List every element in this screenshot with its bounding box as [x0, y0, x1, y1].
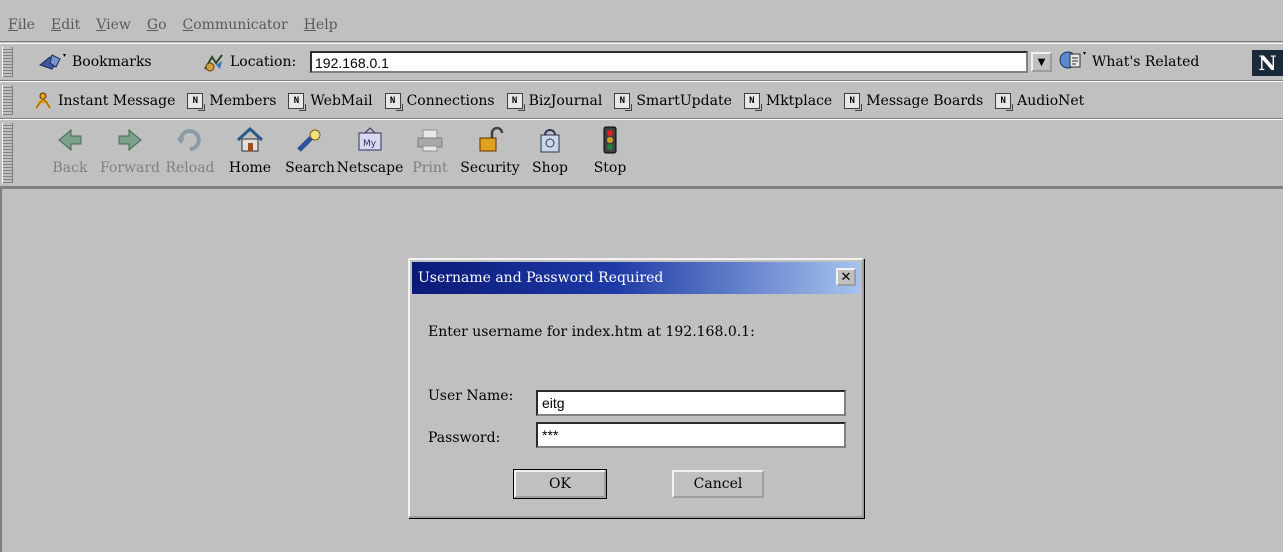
dialog-prompt: Enter username for index.htm at 192.168.…: [428, 324, 755, 340]
login-dialog: Username and Password Required ✕ Enter u…: [408, 258, 864, 518]
whats-related-icon: [1058, 49, 1088, 75]
search-button[interactable]: Search: [280, 124, 340, 184]
location-label-group: Location:: [202, 50, 296, 74]
reload-icon: [174, 124, 206, 156]
cancel-button[interactable]: Cancel: [672, 470, 764, 498]
bookmark-label: SmartUpdate: [636, 93, 732, 109]
bookmark-page-icon: N: [614, 93, 633, 111]
dropdown-arrow-icon: ▼: [1037, 56, 1046, 68]
location-bookmark-icon[interactable]: [202, 51, 226, 73]
menu-help[interactable]: Help: [296, 17, 346, 33]
bookmark-page-icon: N: [506, 93, 525, 111]
dialog-titlebar[interactable]: Username and Password Required ✕: [412, 262, 860, 294]
home-label: Home: [228, 160, 272, 176]
navigation-toolbar: Back Forward Reload Home Search My Netsc…: [0, 119, 1283, 187]
search-label: Search: [285, 160, 335, 176]
bookmark-message-boards[interactable]: N Message Boards: [844, 93, 984, 111]
shop-label: Shop: [532, 160, 568, 176]
menu-view[interactable]: View: [88, 17, 139, 33]
whats-related-label: What's Related: [1092, 54, 1200, 70]
bookmark-page-icon: N: [288, 93, 307, 111]
forward-label: Forward: [99, 160, 161, 176]
shop-button[interactable]: Shop: [520, 124, 580, 184]
bookmark-mktplace[interactable]: N Mktplace: [743, 93, 833, 111]
bookmark-page-icon: N: [743, 93, 762, 111]
location-label: Location:: [230, 54, 297, 70]
svg-text:My: My: [363, 139, 377, 149]
bookmark-page-icon: N: [187, 93, 206, 111]
menu-bar: File Edit View Go Communicator Help: [0, 8, 1283, 42]
toolbar-grip[interactable]: [2, 85, 13, 115]
browser-window: File Edit View Go Communicator Help Book…: [0, 0, 1283, 552]
username-input[interactable]: eitg: [536, 390, 846, 416]
forward-arrow-icon: [114, 124, 146, 156]
bookmark-webmail[interactable]: N WebMail: [288, 93, 373, 111]
bookmarks-button[interactable]: Bookmarks: [38, 50, 152, 74]
forward-button[interactable]: Forward: [100, 124, 160, 184]
bookmark-page-icon: N: [384, 93, 403, 111]
home-button[interactable]: Home: [220, 124, 280, 184]
print-label: Print: [412, 160, 448, 176]
back-button[interactable]: Back: [40, 124, 100, 184]
bookmark-label: Mktplace: [765, 93, 833, 109]
bookmark-label: Instant Message: [58, 93, 176, 109]
print-icon: [414, 124, 446, 156]
username-label: User Name:: [428, 388, 514, 404]
back-label: Back: [52, 160, 88, 176]
location-toolbar: Bookmarks Location: 192.168.0.1 ▼ What's…: [0, 43, 1283, 81]
bookmark-label: Members: [209, 93, 277, 109]
search-icon: [294, 124, 326, 156]
bookmarks-label: Bookmarks: [72, 54, 152, 70]
stop-label: Stop: [593, 160, 627, 176]
url-input[interactable]: 192.168.0.1: [310, 51, 1028, 73]
toolbar-grip[interactable]: [2, 123, 13, 183]
dialog-close-button[interactable]: ✕: [836, 268, 856, 286]
close-icon: ✕: [840, 269, 852, 285]
bookmark-label: Message Boards: [866, 93, 984, 109]
bookmark-label: AudioNet: [1017, 93, 1085, 109]
bookmark-members[interactable]: N Members: [187, 93, 277, 111]
bookmark-page-icon: N: [844, 93, 863, 111]
reload-label: Reload: [165, 160, 215, 176]
bookmark-instant-message[interactable]: Instant Message: [34, 92, 175, 110]
menu-file[interactable]: File: [0, 17, 43, 33]
url-dropdown-button[interactable]: ▼: [1031, 52, 1052, 72]
netscape-label: Netscape: [336, 160, 404, 176]
password-label: Password:: [428, 430, 501, 446]
print-button[interactable]: Print: [400, 124, 460, 184]
security-label: Security: [460, 160, 520, 176]
password-input[interactable]: ***: [536, 422, 846, 448]
ok-button[interactable]: OK: [513, 469, 607, 499]
dialog-title: Username and Password Required: [418, 270, 664, 286]
lock-icon: [474, 124, 506, 156]
menu-edit[interactable]: Edit: [43, 17, 88, 33]
bookmark-smartupdate[interactable]: N SmartUpdate: [614, 93, 732, 111]
shopping-bag-icon: [534, 124, 566, 156]
bookmarks-icon: [38, 51, 68, 73]
back-arrow-icon: [54, 124, 86, 156]
bookmark-connections[interactable]: N Connections: [384, 93, 495, 111]
bookmark-label: Connections: [406, 93, 495, 109]
menu-communicator[interactable]: Communicator: [175, 17, 296, 33]
my-netscape-icon: My: [354, 124, 386, 156]
menu-go[interactable]: Go: [139, 17, 175, 33]
bookmark-page-icon: N: [995, 93, 1014, 111]
netscape-logo[interactable]: N: [1252, 50, 1283, 76]
bookmark-bizjournal[interactable]: N BizJournal: [506, 93, 603, 111]
instant-message-person-icon: [34, 92, 52, 110]
bookmark-audionet[interactable]: N AudioNet: [995, 93, 1085, 111]
home-icon: [234, 124, 266, 156]
reload-button[interactable]: Reload: [160, 124, 220, 184]
netscape-button[interactable]: My Netscape: [337, 124, 403, 184]
security-button[interactable]: Security: [460, 124, 520, 184]
stop-button[interactable]: Stop: [580, 124, 640, 184]
whats-related-button[interactable]: What's Related: [1058, 50, 1199, 74]
personal-toolbar: Instant Message N Members N WebMail N Co…: [0, 81, 1283, 119]
bookmark-label: BizJournal: [528, 93, 603, 109]
bookmark-label: WebMail: [310, 93, 373, 109]
stop-light-icon: [594, 124, 626, 156]
toolbar-grip[interactable]: [2, 47, 13, 77]
